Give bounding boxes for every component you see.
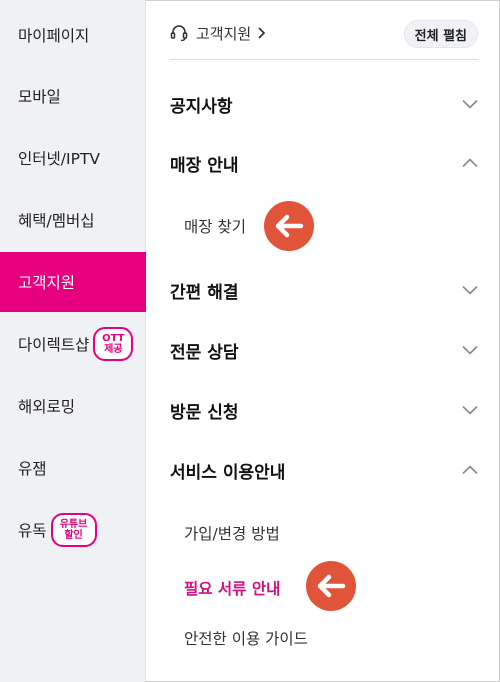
sidebar-item-internet-iptv[interactable]: 인터넷/IPTV [0,128,146,188]
section-title: 서비스 이용안내 [170,462,286,483]
section-title: 공지사항 [170,96,233,117]
section-service-guide[interactable]: 서비스 이용안내 [170,450,478,490]
section-title: 방문 신청 [170,402,239,423]
chevron-down-icon [462,405,478,415]
sidebar-item-label: 혜택/멤버십 [18,212,95,230]
sidebar-item-udok[interactable]: 유독 유튜브 할인 [0,500,146,560]
breadcrumb[interactable]: 고객지원 [170,20,275,46]
sidebar-item-label: 유독 [18,522,47,540]
sidebar-item-label: 고객지원 [18,274,76,292]
link-join-change-method[interactable]: 가입/변경 방법 [184,518,280,548]
sidebar-item-label: 해외로밍 [18,398,76,416]
section-expert-consult[interactable]: 전문 상담 [170,330,478,370]
chevron-up-icon [462,465,478,475]
chevron-down-icon [462,99,478,109]
chevron-up-icon [462,158,478,168]
section-visit-request[interactable]: 방문 신청 [170,390,478,430]
sidebar-item-label: 유잼 [18,460,47,478]
section-notice[interactable]: 공지사항 [170,84,478,124]
expand-all-button[interactable]: 전체 펼침 [403,20,478,48]
link-find-store[interactable]: 매장 찾기 [184,211,246,241]
main-panel: 고객지원 전체 펼침 공지사항 매장 안내 매장 찾기 간편 해결 전문 상담 … [146,0,500,682]
sidebar-item-roaming[interactable]: 해외로밍 [0,376,146,436]
chevron-right-icon [258,27,266,39]
headset-icon [170,25,188,42]
sidebar: 마이페이지 모바일 인터넷/IPTV 혜택/멤버십 고객지원 다이렉트샵 OTT… [0,0,146,682]
link-safe-usage-guide[interactable]: 안전한 이용 가이드 [184,623,308,653]
sidebar-item-benefits[interactable]: 혜택/멤버십 [0,190,146,250]
header-divider [170,59,478,60]
section-title: 전문 상담 [170,342,239,363]
pointer-arrow-icon [306,561,356,611]
sidebar-item-label: 다이렉트샵 [18,336,90,354]
chevron-down-icon [462,285,478,295]
sidebar-item-label: 인터넷/IPTV [18,150,100,168]
ott-badge: OTT 제공 [93,327,134,361]
sidebar-item-mobile[interactable]: 모바일 [0,66,146,126]
sidebar-item-direct-shop[interactable]: 다이렉트샵 OTT 제공 [0,314,146,374]
section-quick-fix[interactable]: 간편 해결 [170,270,478,310]
section-store-guide[interactable]: 매장 안내 [170,143,478,183]
sidebar-item-support[interactable]: 고객지원 [0,252,146,312]
youtube-discount-badge: 유튜브 할인 [50,513,97,547]
pointer-arrow-icon [264,201,314,251]
chevron-down-icon [462,345,478,355]
link-required-documents[interactable]: 필요 서류 안내 [184,573,280,603]
sidebar-item-mypage[interactable]: 마이페이지 [0,5,146,65]
sidebar-item-label: 마이페이지 [18,27,90,45]
sidebar-item-ujam[interactable]: 유잼 [0,438,146,498]
breadcrumb-label: 고객지원 [196,24,252,43]
section-title: 매장 안내 [170,155,239,176]
section-title: 간편 해결 [170,282,239,303]
sidebar-item-label: 모바일 [18,88,61,106]
